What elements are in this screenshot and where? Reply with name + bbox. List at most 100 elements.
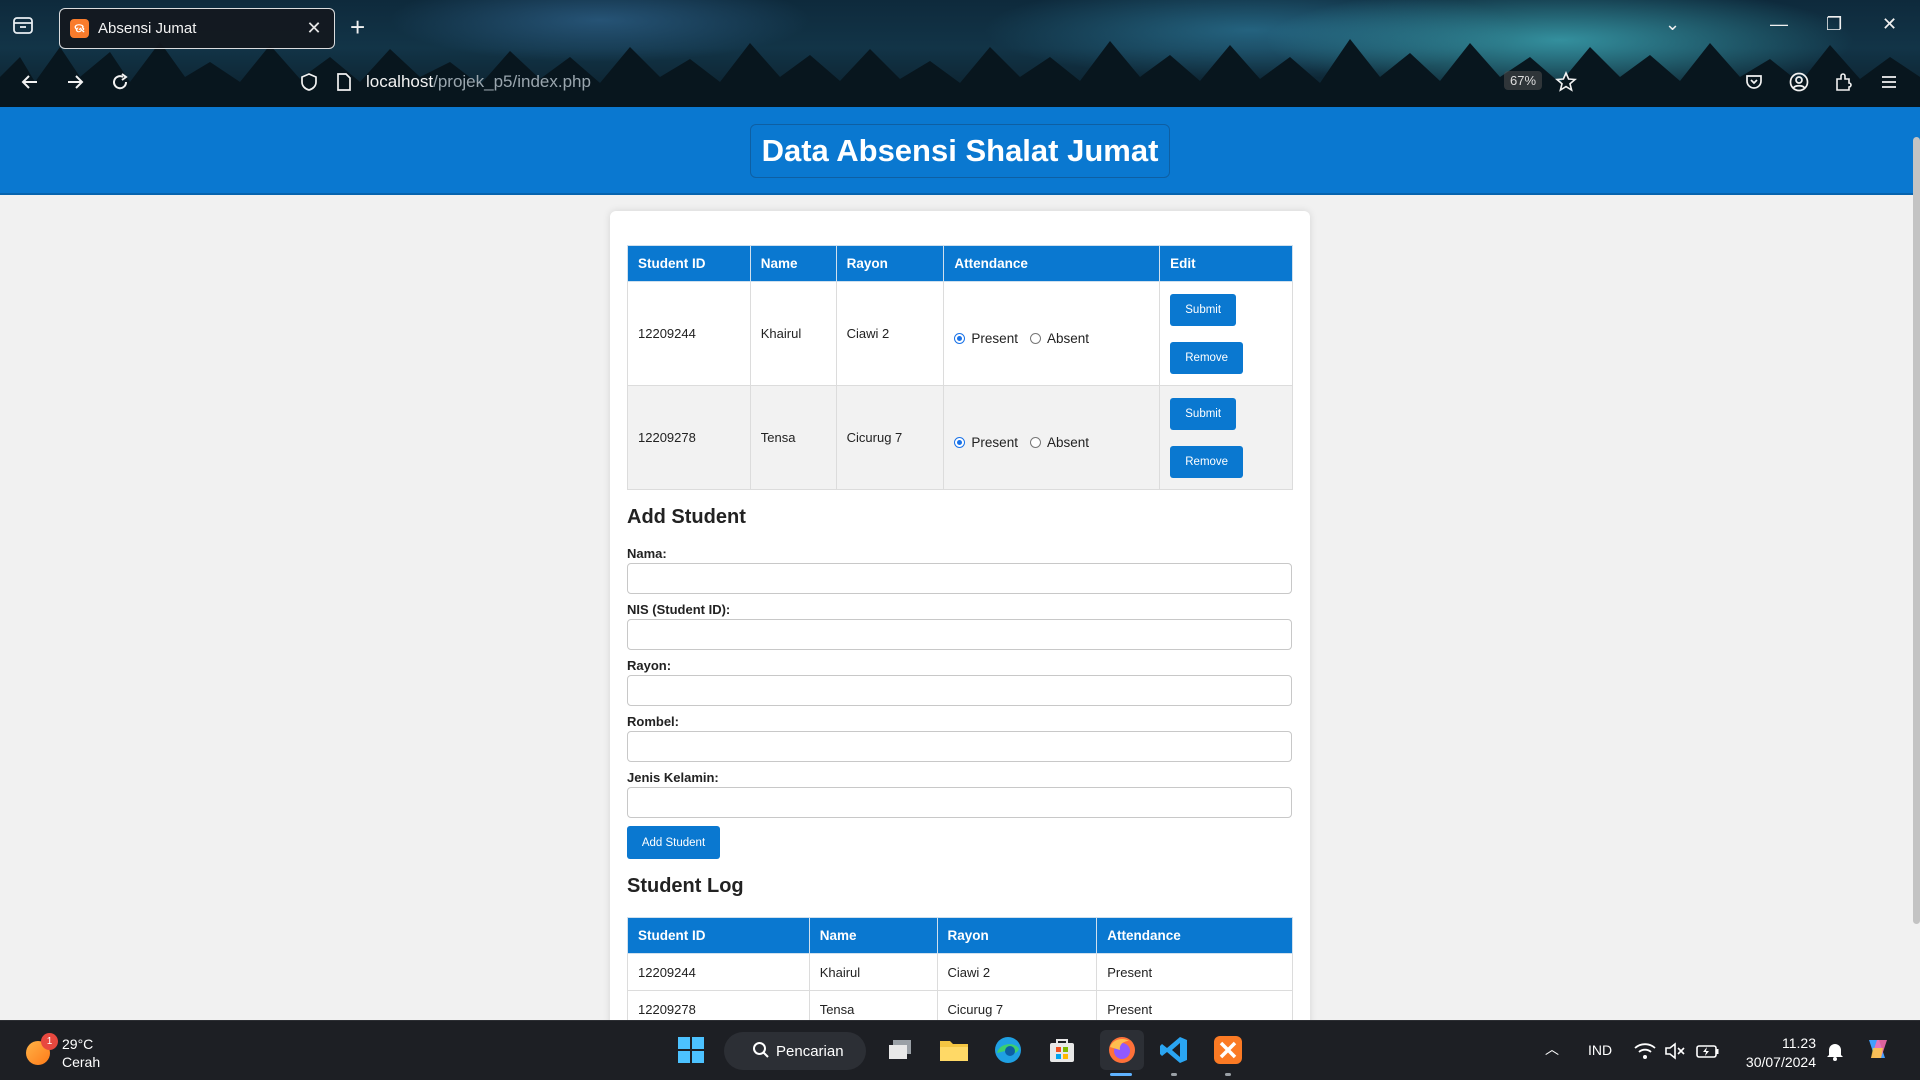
task-view-icon[interactable] [884, 1034, 916, 1066]
nis-input[interactable] [627, 619, 1292, 650]
content-card: Student ID Name Rayon Attendance Edit 12… [610, 211, 1310, 1031]
navigation-bar [0, 60, 1920, 104]
weather-notification-badge: 1 [41, 1033, 58, 1050]
page-info-icon[interactable] [330, 68, 358, 96]
weather-temperature: 29°C [62, 1036, 94, 1052]
firefox-icon[interactable] [1100, 1030, 1144, 1070]
header-attendance: Attendance [943, 245, 1161, 282]
pocket-icon[interactable] [1740, 68, 1768, 96]
microsoft-store-icon[interactable] [1046, 1034, 1078, 1066]
header-edit: Edit [1159, 245, 1293, 282]
header-rayon: Rayon [835, 245, 945, 282]
bookmark-star-icon[interactable] [1552, 68, 1580, 96]
taskbar: 1 29°C Cerah Pencarian ︿ IND 11.23 30/07… [0, 1020, 1920, 1080]
speaker-muted-icon[interactable] [1662, 1035, 1688, 1067]
xampp-favicon-icon: ଊ [70, 19, 89, 38]
minimize-icon[interactable]: — [1770, 14, 1788, 35]
absent-radio[interactable] [1029, 437, 1041, 448]
add-student-button[interactable]: Add Student [627, 826, 720, 859]
log-header-student-id: Student ID [627, 917, 810, 954]
header-name: Name [749, 245, 837, 282]
battery-charging-icon[interactable] [1694, 1035, 1722, 1067]
remove-button[interactable]: Remove [1170, 341, 1244, 374]
tab-overflow-chevron-icon[interactable]: ⌄ [1665, 14, 1680, 35]
remove-button[interactable]: Remove [1170, 445, 1244, 478]
zoom-level-badge[interactable]: 67% [1504, 71, 1543, 90]
extensions-icon[interactable] [1830, 68, 1858, 96]
present-radio[interactable] [954, 437, 966, 448]
show-hidden-icons-chevron-icon[interactable]: ︿ [1545, 1039, 1559, 1059]
page-title: Data Absensi Shalat Jumat [750, 124, 1170, 178]
cell-rayon: Ciawi 2 [835, 281, 945, 386]
new-tab-icon[interactable]: + [350, 13, 365, 41]
log-header-attendance: Attendance [1096, 917, 1293, 954]
page-scrollbar[interactable] [1913, 137, 1920, 924]
menu-icon[interactable] [1875, 68, 1903, 96]
browser-tab[interactable]: ଊ Absensi Jumat ✕ [59, 8, 335, 49]
weather-widget[interactable]: 1 29°C Cerah [26, 1033, 101, 1071]
log-header-name: Name [808, 917, 938, 954]
attendance-radio-group: Present Absent [954, 425, 1149, 450]
xampp-running-indicator [1225, 1073, 1231, 1076]
cell-attendance: Present Absent [943, 281, 1161, 386]
tab-list-icon[interactable] [12, 14, 38, 40]
account-icon[interactable] [1785, 68, 1813, 96]
start-windows-icon[interactable] [675, 1034, 707, 1066]
attendance-table-header: Student ID Name Rayon Attendance Edit [627, 245, 1293, 282]
cell-student-id: 12209244 [627, 281, 751, 386]
url-bar[interactable]: localhost/projek_p5/index.php [366, 72, 591, 92]
file-explorer-icon[interactable] [938, 1034, 970, 1066]
language-indicator[interactable]: IND [1588, 1042, 1612, 1058]
weather-description: Cerah [62, 1054, 101, 1070]
back-icon[interactable] [16, 68, 44, 96]
restore-icon[interactable]: ❐ [1826, 14, 1842, 35]
attendance-radio-group: Present Absent [954, 321, 1149, 346]
student-log-title: Student Log [627, 875, 744, 897]
submit-button[interactable]: Submit [1170, 397, 1237, 430]
forward-icon[interactable] [61, 68, 89, 96]
absent-label[interactable]: Absent [1047, 435, 1089, 450]
xampp-icon[interactable] [1212, 1034, 1244, 1066]
copilot-icon[interactable] [1862, 1033, 1894, 1065]
cell-student-id: 12209278 [627, 385, 751, 490]
log-cell-attendance: Present [1096, 953, 1293, 991]
clock-time: 11.23 [1782, 1035, 1816, 1051]
present-label[interactable]: Present [971, 435, 1018, 450]
jenis-kelamin-label: Jenis Kelamin: [627, 770, 719, 785]
tab-title: Absensi Jumat [98, 20, 197, 37]
table-row: 12209278 Tensa Cicurug 7 Present Absent … [627, 385, 1293, 490]
wifi-icon[interactable] [1632, 1035, 1658, 1067]
absent-label[interactable]: Absent [1047, 331, 1089, 346]
present-label[interactable]: Present [971, 331, 1018, 346]
close-tab-icon[interactable]: ✕ [304, 18, 324, 39]
rombel-input[interactable] [627, 731, 1292, 762]
jenis-kelamin-input[interactable] [627, 787, 1292, 818]
shield-icon[interactable] [295, 68, 323, 96]
nis-label: NIS (Student ID): [627, 602, 731, 617]
cell-attendance: Present Absent [943, 385, 1161, 490]
browser-chrome: ଊ Absensi Jumat ✕ + ⌄ — ❐ ✕ localhost/pr… [0, 0, 1920, 107]
reload-icon[interactable] [106, 68, 134, 96]
edge-browser-icon[interactable] [992, 1034, 1024, 1066]
nama-label: Nama: [627, 546, 667, 561]
firefox-active-indicator [1110, 1073, 1132, 1076]
vscode-icon[interactable] [1158, 1034, 1190, 1066]
url-host: localhost [366, 72, 434, 91]
submit-button[interactable]: Submit [1170, 293, 1237, 326]
rayon-label: Rayon: [627, 658, 672, 673]
present-radio[interactable] [954, 333, 966, 344]
table-row: 12209244 Khairul Ciawi 2 Present [627, 953, 1293, 991]
system-clock[interactable]: 11.23 30/07/2024 [1746, 1034, 1816, 1072]
log-cell-name: Khairul [808, 953, 938, 991]
table-row: 12209244 Khairul Ciawi 2 Present Absent … [627, 281, 1293, 386]
rayon-input[interactable] [627, 675, 1292, 706]
close-window-icon[interactable]: ✕ [1882, 14, 1897, 35]
taskbar-search[interactable]: Pencarian [724, 1032, 866, 1070]
attendance-table: Student ID Name Rayon Attendance Edit 12… [627, 245, 1293, 490]
notification-bell-icon[interactable] [1822, 1035, 1848, 1067]
student-log-table: Student ID Name Rayon Attendance 1220924… [627, 917, 1293, 1028]
absent-radio[interactable] [1029, 333, 1041, 344]
add-student-title: Add Student [627, 506, 746, 528]
cell-rayon: Cicurug 7 [835, 385, 945, 490]
nama-input[interactable] [627, 563, 1292, 594]
